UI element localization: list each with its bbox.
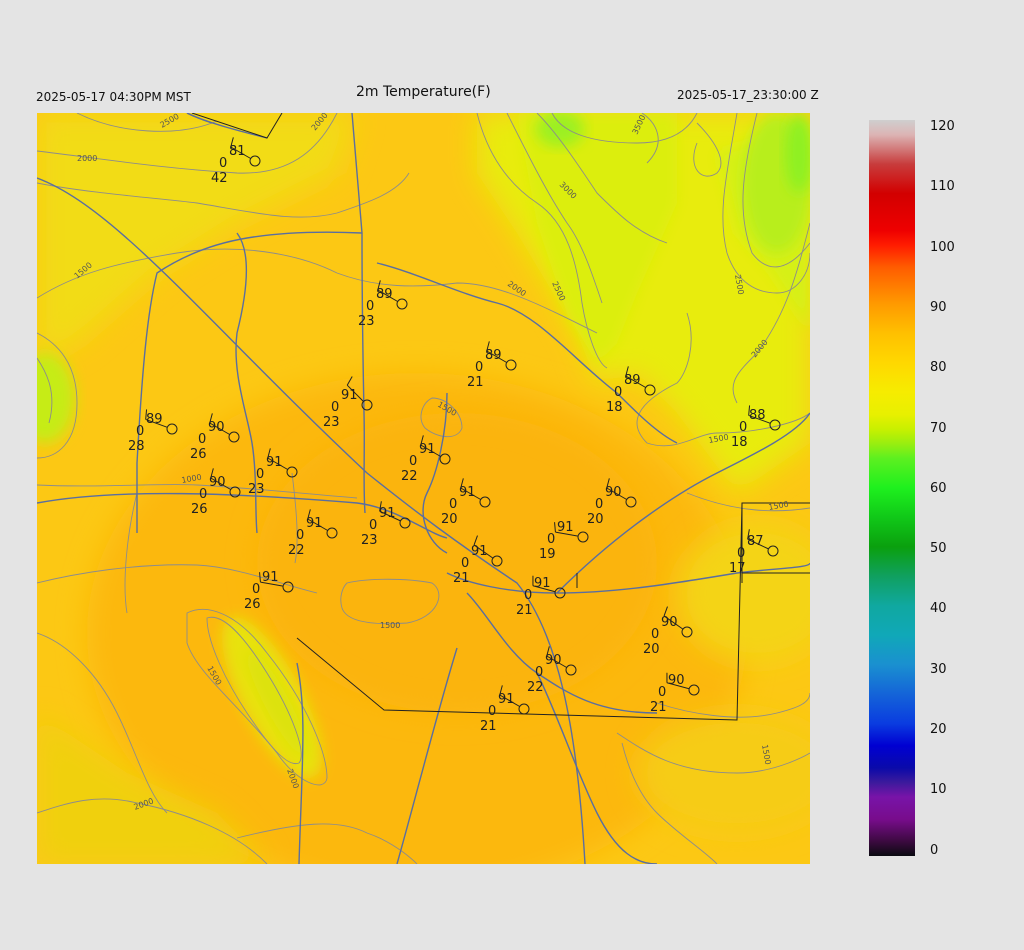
colorbar-tick-label: 100	[930, 239, 955, 255]
colorbar-tick-label: 110	[930, 179, 955, 195]
temperature-colorbar	[869, 120, 915, 856]
station-dewpoint: 19	[539, 547, 556, 562]
station-dewpoint: 20	[441, 512, 458, 527]
station-dewpoint: 28	[128, 439, 145, 454]
station-temperature: 89	[485, 348, 502, 363]
station-dewpoint: 20	[643, 642, 660, 657]
station-dewpoint: 17	[729, 561, 746, 576]
colorbar-tick-label: 50	[930, 541, 947, 557]
colorbar-tick-label: 0	[930, 842, 939, 858]
station-temperature: 91	[306, 516, 323, 531]
station-dewpoint: 21	[480, 719, 497, 734]
station-temperature: 90	[208, 420, 225, 435]
station-temperature: 90	[661, 615, 678, 630]
station-dewpoint: 21	[467, 375, 484, 390]
station-temperature: 87	[747, 534, 764, 549]
colorbar-tick-label: 80	[930, 360, 947, 376]
warm-region-center	[257, 413, 657, 713]
station-temperature: 91	[266, 455, 283, 470]
station-dewpoint: 26	[191, 502, 208, 517]
colorbar-tick-label: 90	[930, 299, 947, 315]
station-temperature: 91	[498, 692, 515, 707]
station-temperature: 91	[341, 388, 358, 403]
temperature-map: 250020002000 3500300025002000 250020001500…	[37, 113, 810, 864]
station-pressure: 0	[449, 497, 457, 512]
station-pressure: 0	[366, 299, 374, 314]
station-dewpoint: 22	[527, 680, 544, 695]
station-temperature: 91	[459, 485, 476, 500]
station-pressure: 0	[488, 704, 496, 719]
colorbar-tick-label: 120	[930, 119, 955, 134]
station-pressure: 0	[219, 156, 227, 171]
station-temperature: 90	[545, 653, 562, 668]
station-dewpoint: 18	[731, 435, 748, 450]
chart-title: 2m Temperature(F)	[356, 84, 491, 100]
station-temperature: 91	[534, 576, 551, 591]
station-pressure: 0	[535, 665, 543, 680]
station-temperature: 91	[471, 544, 488, 559]
station-pressure: 0	[524, 588, 532, 603]
station-dewpoint: 18	[606, 400, 623, 415]
local-valid-time: 2025-05-17 04:30PM MST	[36, 90, 191, 104]
station-pressure: 0	[198, 432, 206, 447]
station-temperature: 90	[209, 475, 226, 490]
colorbar-tick-label: 40	[930, 601, 947, 617]
contour-label: 1500	[380, 621, 400, 630]
station-temperature: 89	[376, 287, 393, 302]
station-pressure: 0	[199, 487, 207, 502]
station-temperature: 90	[605, 485, 622, 500]
colorbar-tick-label: 20	[930, 722, 947, 737]
station-temperature: 90	[668, 673, 685, 688]
station-pressure: 0	[595, 497, 603, 512]
station-pressure: 0	[737, 546, 745, 561]
station-dewpoint: 26	[244, 597, 261, 612]
station-dewpoint: 23	[361, 533, 378, 548]
station-pressure: 0	[461, 556, 469, 571]
station-dewpoint: 23	[248, 482, 265, 497]
station-pressure: 0	[252, 582, 260, 597]
colorbar-tick-label: 70	[930, 420, 947, 436]
station-temperature: 91	[557, 520, 574, 535]
station-pressure: 0	[136, 424, 144, 439]
station-dewpoint: 42	[211, 171, 228, 186]
station-dewpoint: 21	[516, 603, 533, 618]
colorbar-tick-label: 60	[930, 480, 947, 496]
station-pressure: 0	[739, 420, 747, 435]
station-dewpoint: 20	[587, 512, 604, 527]
station-pressure: 0	[614, 385, 622, 400]
station-dewpoint: 26	[190, 447, 207, 462]
utc-valid-time: 2025-05-17_23:30:00 Z	[677, 88, 819, 102]
station-pressure: 0	[296, 528, 304, 543]
station-dewpoint: 23	[358, 314, 375, 329]
station-pressure: 0	[658, 685, 666, 700]
contour-label: 2000	[77, 154, 97, 163]
station-dewpoint: 22	[401, 469, 418, 484]
station-dewpoint: 21	[650, 700, 667, 715]
station-pressure: 0	[651, 627, 659, 642]
station-pressure: 0	[331, 400, 339, 415]
station-pressure: 0	[475, 360, 483, 375]
station-temperature: 81	[229, 144, 246, 159]
colorbar-gradient	[869, 120, 915, 856]
station-pressure: 0	[256, 467, 264, 482]
station-temperature: 91	[379, 506, 396, 521]
station-dewpoint: 21	[453, 571, 470, 586]
station-pressure: 0	[547, 532, 555, 547]
station-pressure: 0	[369, 518, 377, 533]
colorbar-tick-label: 10	[930, 782, 947, 798]
station-temperature: 91	[262, 570, 279, 585]
station-pressure: 0	[409, 454, 417, 469]
colorbar-tick-label: 30	[930, 661, 947, 677]
station-dewpoint: 23	[323, 415, 340, 430]
station-dewpoint: 22	[288, 543, 305, 558]
station-temperature: 91	[419, 442, 436, 457]
station-temperature: 89	[146, 412, 163, 427]
station-temperature: 88	[749, 408, 766, 423]
station-temperature: 89	[624, 373, 641, 388]
